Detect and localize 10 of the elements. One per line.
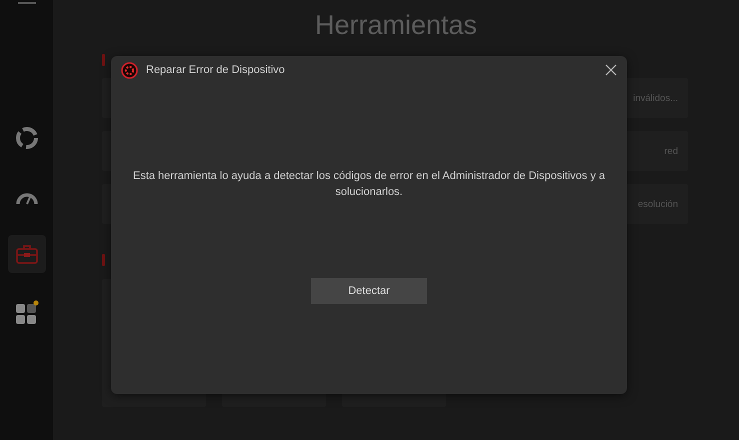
close-button[interactable] <box>603 62 619 78</box>
menu-icon[interactable] <box>18 0 36 7</box>
dialog-title: Reparar Error de Dispositivo <box>146 64 286 76</box>
gear-icon <box>121 62 138 78</box>
ring-icon[interactable] <box>14 126 38 150</box>
section-marker <box>102 54 105 66</box>
detect-button[interactable]: Detectar <box>311 278 427 304</box>
page-title: Herramientas <box>314 10 478 41</box>
section-marker <box>102 254 105 266</box>
apps-icon[interactable] <box>14 300 38 324</box>
